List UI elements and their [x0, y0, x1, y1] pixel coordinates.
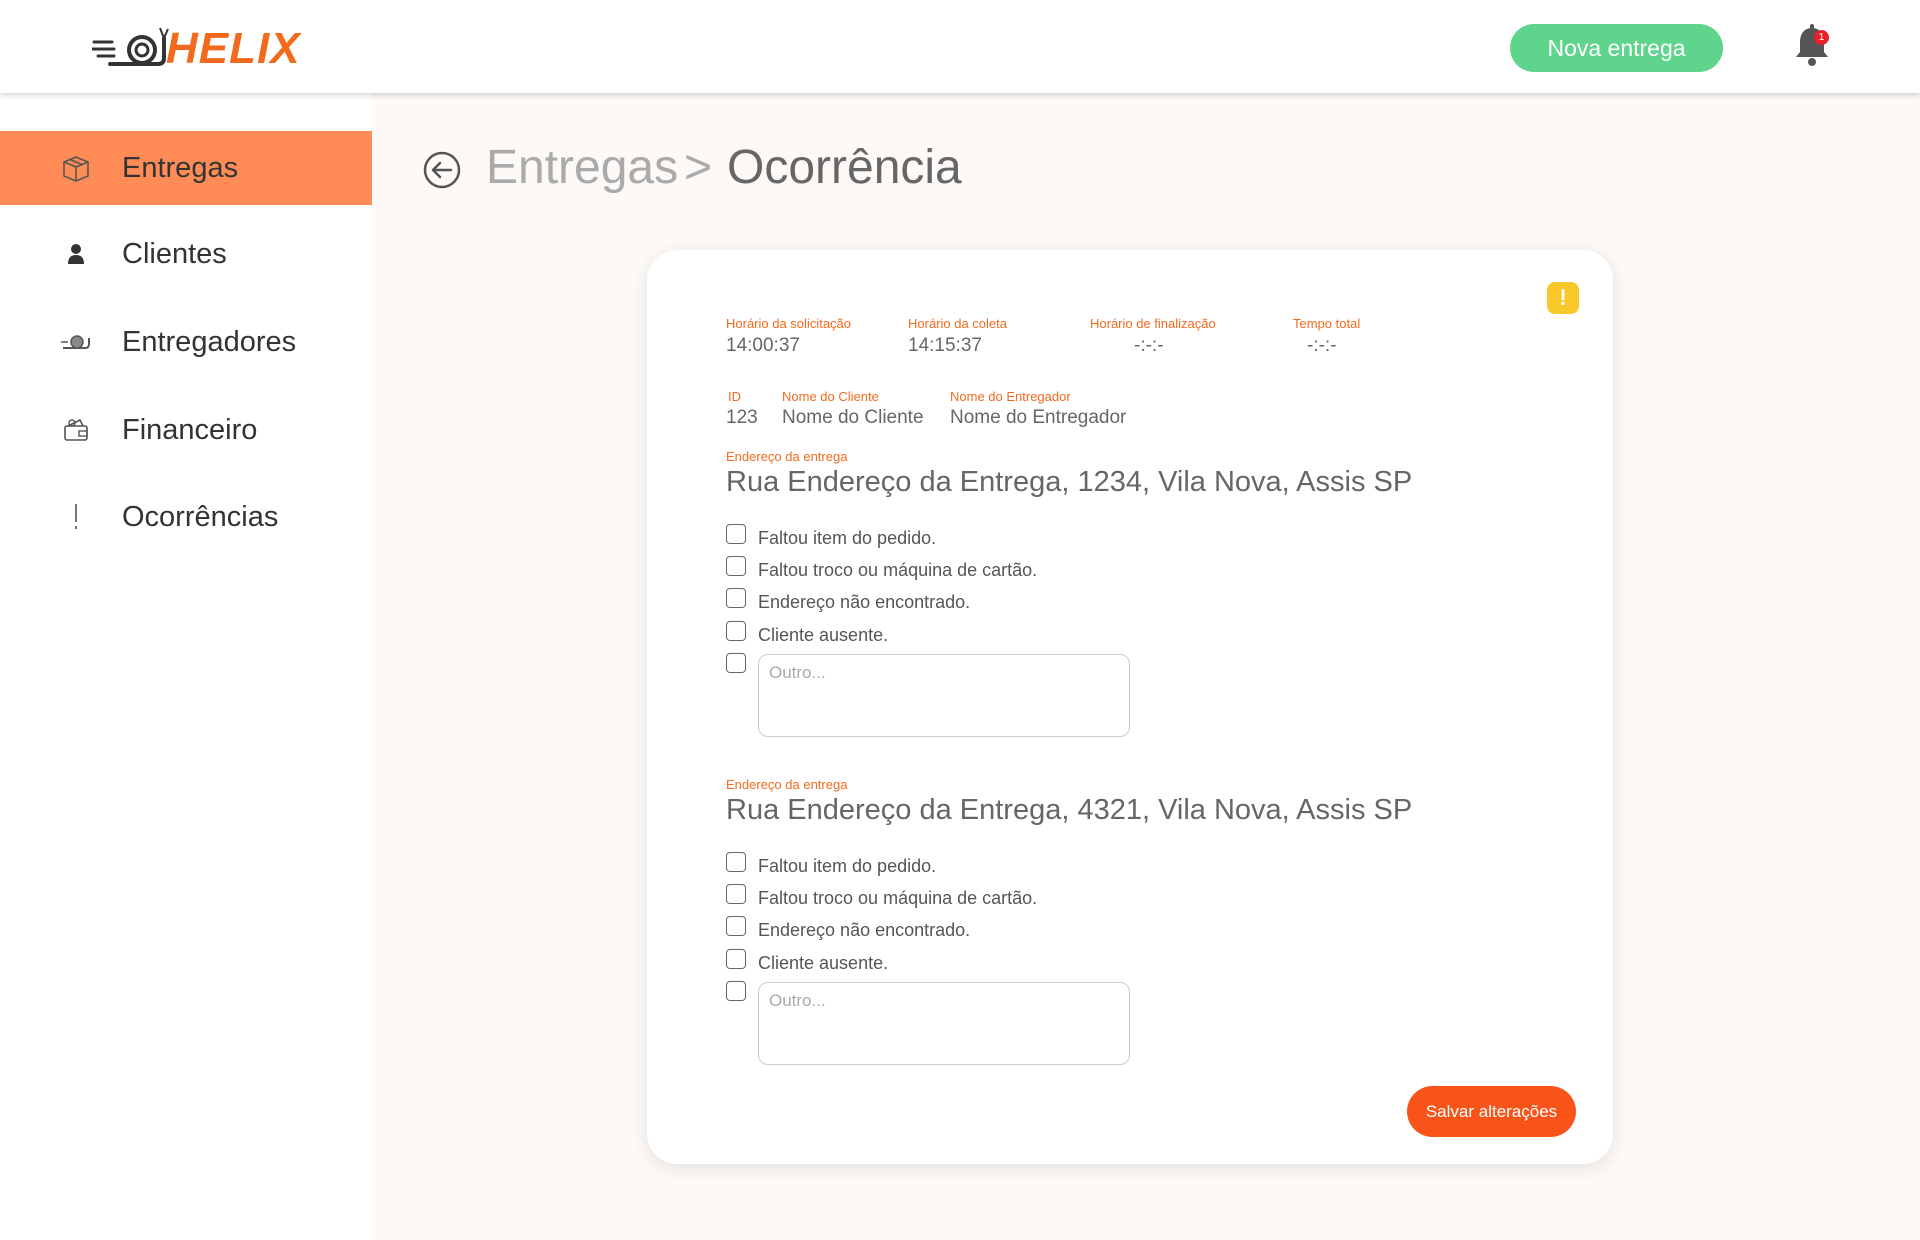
occurrence-checkbox[interactable] [726, 884, 746, 904]
id-value: 123 [726, 407, 758, 428]
sidebar-item-financeiro[interactable]: Financeiro [0, 393, 372, 467]
occurrence-option[interactable]: Endereço não encontrado. [726, 586, 970, 612]
sidebar-item-entregadores[interactable]: Entregadores [0, 305, 372, 379]
pickup-time-label: Horário da coleta [908, 316, 1007, 331]
delivery-address-label: Endereço da entrega [726, 777, 848, 792]
occurrence-checkbox[interactable] [726, 524, 746, 544]
sidebar-item-label: Entregadores [122, 325, 297, 358]
sidebar-item-ocorrencias[interactable]: Ocorrências [0, 480, 372, 554]
delivery-address-label: Endereço da entrega [726, 449, 848, 464]
occurrence-option-label: Cliente ausente. [758, 953, 889, 973]
id-label: ID [728, 389, 741, 404]
sidebar-item-label: Clientes [122, 237, 227, 270]
save-changes-button[interactable]: Salvar alterações [1407, 1086, 1576, 1137]
occurrence-option-label: Faltou troco ou máquina de cartão. [758, 888, 1038, 908]
arrow-left-circle-icon [423, 151, 461, 189]
person-icon [60, 238, 92, 270]
occurrence-option-label: Faltou item do pedido. [758, 528, 937, 548]
occurrence-option-label: Faltou item do pedido. [758, 856, 937, 876]
client-name-label: Nome do Cliente [782, 389, 879, 404]
top-header: HELIX Nova entrega 1 [0, 0, 1920, 93]
back-button[interactable] [422, 150, 462, 190]
pickup-time-value: 14:15:37 [908, 335, 982, 356]
occurrence-option[interactable]: Faltou troco ou máquina de cartão. [726, 554, 1037, 580]
sidebar-item-label: Entregas [122, 151, 239, 184]
occurrence-option[interactable]: Cliente ausente. [726, 619, 888, 645]
snail-logo-icon [92, 27, 169, 66]
occurrence-checkbox[interactable] [726, 949, 746, 969]
notification-badge: 1 [1814, 30, 1829, 45]
sidebar-item-label: Ocorrências [122, 500, 279, 533]
client-name-value: Nome do Cliente [782, 407, 924, 428]
helix-logo[interactable]: HELIX [92, 24, 300, 74]
wallet-icon [60, 414, 92, 446]
sidebar: Entregas Clientes Entregadores Financeir… [0, 93, 372, 1240]
breadcrumb-root[interactable]: Entregas [486, 140, 678, 196]
courier-name-label: Nome do Entregador [950, 389, 1071, 404]
new-delivery-button[interactable]: Nova entrega [1510, 24, 1723, 72]
occurrence-option-label: Cliente ausente. [758, 625, 889, 645]
exclamation-icon [60, 501, 92, 533]
other-occurrence-input[interactable] [758, 654, 1130, 737]
delivery-address: Rua Endereço da Entrega, 1234, Vila Nova… [726, 466, 1413, 498]
occurrence-checkbox[interactable] [726, 852, 746, 872]
notification-button[interactable]: 1 [1792, 24, 1832, 68]
occurrence-option[interactable]: Faltou item do pedido. [726, 522, 936, 548]
request-time-label: Horário da solicitação [726, 316, 852, 331]
occurrence-option-label: Endereço não encontrado. [758, 920, 971, 940]
page-title: Ocorrência [727, 141, 962, 194]
request-time-value: 14:00:37 [726, 335, 800, 356]
occurrence-option-other[interactable] [726, 979, 746, 1003]
occurrence-option-label: Endereço não encontrado. [758, 592, 971, 612]
occurrence-checkbox[interactable] [726, 916, 746, 936]
other-occurrence-input[interactable] [758, 982, 1130, 1065]
total-time-value: -:-:- [1307, 335, 1337, 356]
warning-icon: ! [1547, 282, 1579, 314]
snail-icon [60, 326, 92, 358]
occurrence-option-label: Faltou troco ou máquina de cartão. [758, 560, 1038, 580]
occurrence-option[interactable]: Faltou item do pedido. [726, 850, 936, 876]
occurrence-option[interactable]: Cliente ausente. [726, 947, 888, 973]
occurrence-option[interactable]: Faltou troco ou máquina de cartão. [726, 882, 1037, 908]
total-time-label: Tempo total [1293, 316, 1361, 331]
occurrence-option-other[interactable] [726, 651, 746, 675]
occurrence-checkbox[interactable] [726, 556, 746, 576]
occurrence-checkbox[interactable] [726, 621, 746, 641]
courier-name-value: Nome do Entregador [950, 407, 1127, 428]
occurrence-card: ! Horário da solicitação 14:00:37 Horári… [647, 250, 1613, 1164]
breadcrumb-separator: > [684, 141, 713, 194]
box-icon [60, 152, 92, 184]
sidebar-item-clientes[interactable]: Clientes [0, 217, 372, 291]
finish-time-label: Horário de finalização [1090, 316, 1216, 331]
occurrence-checkbox[interactable] [726, 981, 746, 1001]
occurrence-checkbox[interactable] [726, 588, 746, 608]
occurrence-checkbox[interactable] [726, 653, 746, 673]
sidebar-item-label: Financeiro [122, 413, 258, 446]
occurrence-option[interactable]: Endereço não encontrado. [726, 914, 970, 940]
finish-time-value: -:-:- [1134, 335, 1164, 356]
logo-text: HELIX [166, 24, 301, 73]
sidebar-item-entregas[interactable]: Entregas [0, 131, 372, 205]
delivery-address: Rua Endereço da Entrega, 4321, Vila Nova… [726, 794, 1413, 826]
